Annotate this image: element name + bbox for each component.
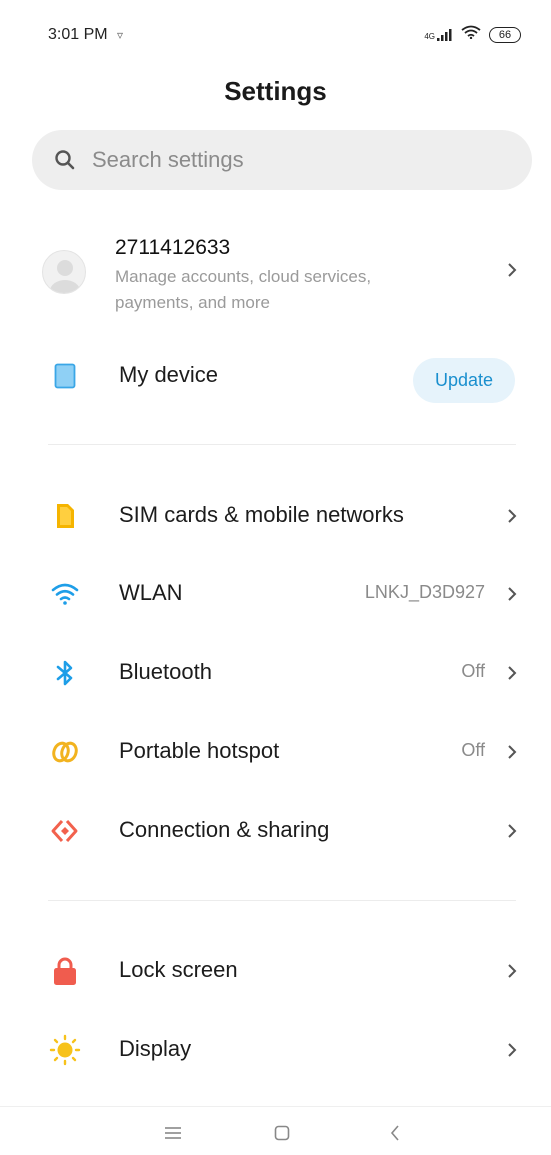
sim-cards-row[interactable]: SIM cards & mobile networks [0,486,551,546]
bluetooth-label: Bluetooth [119,659,212,684]
status-icons: 4G 66 [424,25,521,44]
network-type-label: 4G [424,31,435,41]
battery-icon: 66 [489,26,521,43]
menu-icon [165,1127,181,1139]
connection-sharing-icon [48,816,82,846]
display-label: Display [119,1036,192,1061]
lock-screen-label: Lock screen [119,957,238,982]
wlan-network-name: LNKJ_D3D927 [364,582,485,602]
home-button[interactable] [267,1121,297,1145]
status-bar: 3:01 PM ▿ 4G 66 [0,0,551,70]
sim-card-icon [48,501,82,531]
hotspot-icon [48,737,82,767]
wlan-row[interactable]: WLAN LNKJ_D3D927 [0,564,551,624]
bluetooth-status: Off [461,661,485,681]
sim-cards-label: SIM cards & mobile networks [119,502,404,527]
status-time: 3:01 PM [48,26,108,43]
lock-icon [48,956,82,986]
wifi-icon [48,579,82,609]
connection-sharing-row[interactable]: Connection & sharing [0,801,551,861]
chevron-right-icon [508,964,517,978]
back-icon [390,1125,399,1141]
chevron-right-icon [508,745,517,759]
bluetooth-row[interactable]: Bluetooth Off [0,643,551,703]
hotspot-label: Portable hotspot [119,738,280,763]
wlan-label: WLAN [119,580,183,605]
search-icon [55,150,75,170]
account-row[interactable]: 2711412633 Manage accounts, cloud servic… [0,220,551,320]
home-icon [274,1125,290,1141]
menu-button[interactable] [158,1121,188,1145]
account-id: 2711412633 [115,236,231,259]
chevron-right-icon [508,824,517,838]
signal-icon: 4G [424,28,453,41]
account-subtitle: Manage accounts, cloud services, payment… [115,267,372,312]
my-device-row[interactable]: My device Update [0,346,551,406]
search-input[interactable]: Search settings [32,130,532,190]
search-placeholder: Search settings [92,147,244,172]
my-device-label: My device [119,362,219,387]
bluetooth-icon [48,658,82,688]
chevron-right-icon [508,666,517,680]
chevron-right-icon [508,1043,517,1057]
back-button[interactable] [380,1121,410,1145]
divider [48,900,516,901]
connection-sharing-label: Connection & sharing [119,817,330,842]
display-row[interactable]: Display [0,1020,551,1080]
sun-icon [48,1034,82,1066]
chevron-right-icon [508,263,517,277]
device-icon [48,361,82,391]
page-title: Settings [224,76,327,106]
lock-screen-row[interactable]: Lock screen [0,941,551,1001]
chevron-right-icon [508,587,517,601]
hotspot-row[interactable]: Portable hotspot Off [0,722,551,782]
chevron-right-icon [508,509,517,523]
navigation-bar [0,1106,551,1155]
hotspot-status: Off [461,740,485,760]
avatar [42,250,86,294]
wifi-assist-icon: ▿ [117,28,124,42]
divider [48,444,516,445]
update-button[interactable]: Update [413,358,515,403]
wifi-status-icon [461,25,481,44]
